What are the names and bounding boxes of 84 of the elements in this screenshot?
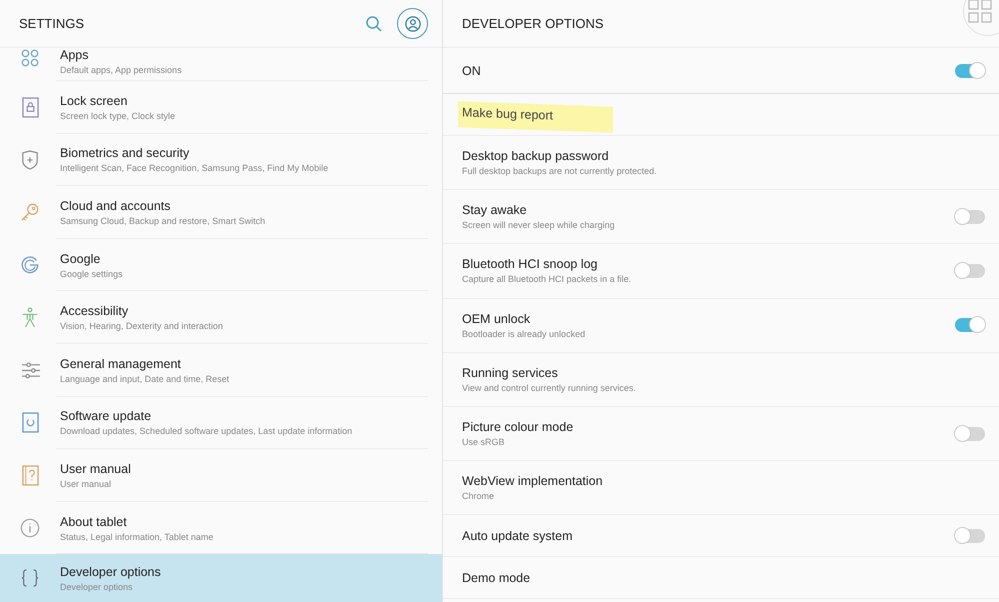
item-subtitle: Samsung Cloud, Backup and restore, Smart Switch — [60, 216, 266, 226]
item-subtitle: Language and input, Date and time, Reset — [60, 374, 230, 384]
option-subtitle: Bootloader is already unlocked — [462, 328, 586, 339]
grid-icon — [968, 0, 992, 23]
item-title: Cloud and accounts — [60, 198, 172, 213]
developer-options-title: DEVELOPER OPTIONS — [462, 16, 605, 31]
option-row[interactable]: Picture colour mode Use sRGB — [443, 406, 999, 462]
key-icon — [20, 202, 40, 222]
option-title: Picture colour mode — [462, 420, 574, 434]
option-subtitle: Full desktop backups are not currently protected. — [462, 166, 658, 176]
option-title: Auto update system — [462, 528, 572, 543]
item-title: About tablet — [60, 514, 128, 529]
option-row[interactable]: Desktop backup password Full desktop backups are not currently protected. — [443, 136, 999, 190]
item-subtitle: Vision, Hearing, Dexterity and interaction — [60, 321, 224, 332]
update-icon — [22, 412, 38, 434]
option-row[interactable]: Running services View and control currently running services. — [443, 352, 999, 407]
option-title: Stay awake — [462, 203, 527, 218]
settings-item[interactable]: Developer options Developer options — [0, 554, 442, 602]
item-title: Software update — [60, 409, 152, 424]
item-title: User manual — [60, 462, 132, 476]
option-row[interactable]: Make bug report — [443, 94, 999, 136]
option-subtitle: Use sRGB — [462, 437, 506, 448]
settings-item[interactable]: User manual User manual — [0, 449, 442, 502]
option-row[interactable]: Bluetooth HCI snoop log Capture all Bluetooth HCI packets in a file. — [443, 244, 999, 299]
person-figure-icon — [21, 306, 39, 329]
option-title: OEM unlock — [462, 312, 530, 326]
option-title: Make bug report — [458, 100, 614, 132]
item-title: Apps — [60, 48, 90, 62]
braces-icon — [21, 569, 39, 588]
option-row[interactable]: WebView implementation Chrome — [443, 461, 999, 516]
item-subtitle: Developer options — [60, 582, 134, 592]
option-subtitle: Screen will never sleep while charging — [462, 220, 616, 230]
item-title: Accessibility — [60, 304, 130, 318]
option-title: Running services — [462, 366, 558, 380]
toggle-switch[interactable] — [955, 210, 985, 224]
option-title: Desktop backup password — [462, 149, 609, 164]
master-switch-label: ON — [462, 64, 482, 78]
option-title: Demo mode — [462, 570, 530, 585]
item-subtitle: Intelligent Scan, Face Recognition, Samsung Pass, Find My Mobile — [60, 163, 330, 174]
option-row[interactable]: OEM unlock Bootloader is already unlocked — [443, 298, 999, 353]
settings-item[interactable]: Accessibility Vision, Hearing, Dexterity and interaction — [0, 291, 442, 344]
account-button[interactable] — [397, 8, 428, 39]
toggle-switch[interactable] — [955, 64, 985, 78]
google-icon — [20, 255, 40, 276]
settings-item[interactable]: Software update Download updates, Scheduled software updates, Last update information — [0, 396, 442, 450]
item-title: General management — [60, 356, 182, 371]
item-title: Developer options — [60, 564, 162, 579]
item-subtitle: Status, Legal information, Tablet name — [60, 532, 214, 542]
item-subtitle: Default apps, App permissions — [60, 65, 183, 75]
option-title: Bluetooth HCI snoop log — [462, 257, 598, 272]
item-title: Lock screen — [60, 94, 128, 108]
option-row[interactable]: Stay awake Screen will never sleep while charging — [443, 190, 999, 244]
settings-item[interactable]: Lock screen Screen lock type, Clock style — [0, 81, 442, 134]
toggle-switch[interactable] — [955, 318, 985, 332]
item-title: Biometrics and security — [60, 146, 190, 160]
shield-icon — [21, 150, 39, 170]
item-subtitle: User manual — [60, 478, 112, 489]
manual-icon — [22, 464, 38, 486]
item-subtitle: Screen lock type, Clock style — [60, 110, 176, 121]
search-icon[interactable] — [365, 14, 383, 32]
option-subtitle: Chrome — [462, 491, 496, 502]
lock-icon — [22, 96, 38, 118]
person-icon — [404, 16, 420, 32]
item-subtitle: Google settings — [60, 268, 124, 279]
apps-icon — [20, 48, 40, 68]
toggle-switch[interactable] — [955, 528, 985, 543]
toggle-switch[interactable] — [955, 426, 985, 441]
settings-item[interactable]: Apps Default apps, App permissions — [0, 48, 442, 81]
settings-item[interactable]: About tablet Status, Legal information, Tablet name — [0, 502, 442, 554]
settings-item[interactable]: Biometrics and security Intelligent Scan, Face Recognition, Samsung Pass, Find My Mobile — [0, 134, 442, 186]
settings-title: SETTINGS — [19, 16, 86, 31]
settings-item[interactable]: General management Language and input, Date and time, Reset — [0, 344, 442, 397]
item-title: Google — [60, 252, 102, 266]
item-subtitle: Download updates, Scheduled software updates, Last update information — [60, 426, 354, 436]
option-title: WebView implementation — [462, 474, 603, 488]
info-icon — [20, 518, 40, 538]
option-subtitle: View and control currently running services. — [462, 382, 637, 393]
settings-item[interactable]: Google Google settings — [0, 238, 442, 292]
option-subtitle: Capture all Bluetooth HCI packets in a file. — [462, 274, 632, 284]
settings-item[interactable]: Cloud and accounts Samsung Cloud, Backup and restore, Smart Switch — [0, 186, 442, 239]
option-row[interactable]: Demo mode — [443, 557, 999, 600]
sliders-icon — [20, 362, 40, 379]
toggle-switch[interactable] — [955, 264, 985, 278]
option-row[interactable]: Auto update system — [443, 515, 999, 558]
